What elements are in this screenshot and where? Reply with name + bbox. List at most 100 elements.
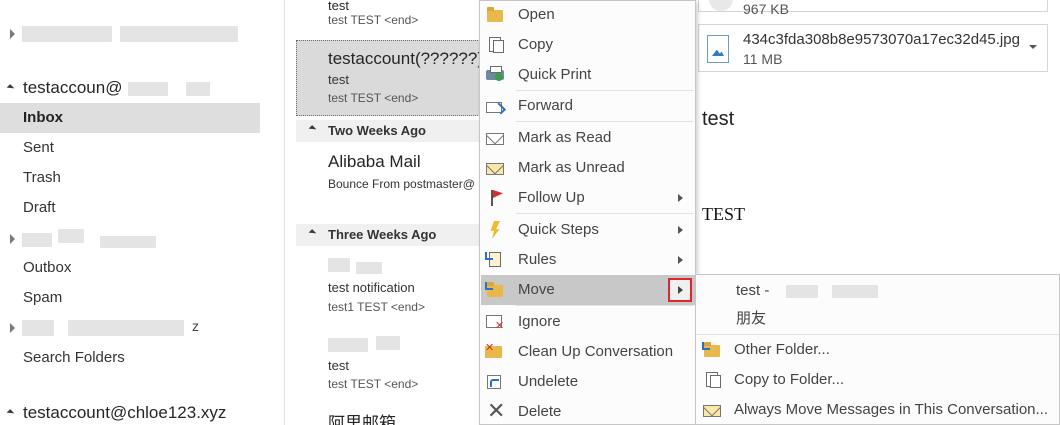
attachment-name: 434c3fda308b8e9573070a17ec32d45.jpg: [743, 31, 1020, 48]
menu-item-mark-unread[interactable]: Mark as Unread: [481, 153, 695, 183]
menu-item-copy[interactable]: Copy: [481, 30, 695, 60]
attachment-thumb: [709, 0, 733, 11]
submenu-item-label: Copy to Folder...: [734, 371, 845, 388]
folder-label: Spam: [23, 289, 63, 306]
menu-item-quick-print[interactable]: Quick Print: [481, 60, 695, 90]
message-subject: test: [328, 358, 349, 373]
redacted-folder-name: [22, 320, 54, 336]
menu-item-undelete[interactable]: Undelete: [481, 367, 695, 397]
group-header-two-weeks[interactable]: Two Weeks Ago: [296, 120, 486, 142]
message-item[interactable]: 阿里邮箱: [296, 404, 486, 425]
menu-item-label: Move: [518, 281, 555, 298]
message-item[interactable]: test test TEST <end>: [296, 0, 486, 38]
menu-item-follow-up[interactable]: Follow Up: [481, 183, 695, 213]
printer-icon: [485, 65, 505, 85]
group-label: Three Weeks Ago: [328, 227, 437, 242]
redacted-folder-name: [786, 285, 818, 298]
folder-pane: testaccoun@ Inbox Sent Trash Draft Outbo…: [0, 0, 285, 425]
menu-item-label: Delete: [518, 403, 562, 420]
menu-item-clean-up[interactable]: ✕ Clean Up Conversation: [481, 337, 695, 367]
redacted-folder-name: [58, 229, 84, 243]
expand-arrow-icon[interactable]: [10, 323, 15, 333]
account-header-2[interactable]: testaccount@chloe123.xyz: [0, 403, 260, 425]
message-preview: test TEST <end>: [328, 13, 419, 27]
folder-label: Sent: [23, 139, 54, 156]
redacted-sender: [328, 338, 368, 352]
folder-outbox[interactable]: Outbox: [0, 253, 260, 283]
delete-icon: ✕: [487, 398, 506, 423]
lightning-icon: [485, 220, 505, 240]
expand-arrow-icon[interactable]: [10, 234, 15, 244]
context-menu: Open Copy Quick Print Forward Mark as Re…: [479, 0, 696, 425]
submenu-item-recent-folder[interactable]: 朋友: [696, 304, 1059, 334]
folder-inbox[interactable]: Inbox: [0, 103, 260, 133]
message-sender: testaccount(??????): [328, 49, 483, 68]
menu-item-label: Mark as Read: [518, 129, 612, 146]
redacted-sender: [328, 258, 350, 272]
message-item-selected[interactable]: testaccount(??????) test test TEST <end>: [296, 40, 486, 116]
message-sender: 阿里邮箱: [328, 414, 396, 425]
account-name-1: testaccoun@: [23, 78, 123, 97]
folder-label: Trash: [23, 169, 61, 186]
submenu-item-other-folder[interactable]: Other Folder...: [696, 335, 1059, 365]
menu-item-open[interactable]: Open: [481, 0, 695, 30]
group-header-three-weeks[interactable]: Three Weeks Ago: [296, 224, 486, 246]
menu-item-ignore[interactable]: ✕ Ignore: [481, 307, 695, 337]
attachment-card[interactable]: 967 KB: [698, 0, 1048, 17]
attachment-card[interactable]: 434c3fda308b8e9573070a17ec32d45.jpg 11 M…: [698, 24, 1048, 72]
menu-item-label: Mark as Unread: [518, 159, 625, 176]
folder-sent[interactable]: Sent: [0, 133, 260, 163]
message-sender: test: [328, 0, 349, 13]
chevron-down-icon[interactable]: [1029, 45, 1037, 49]
redacted-folder-name: [832, 285, 878, 298]
redacted-folder-name: [100, 236, 156, 248]
menu-item-quick-steps[interactable]: Quick Steps: [481, 215, 695, 245]
message-preview: test TEST <end>: [328, 377, 419, 391]
submenu-arrow-icon[interactable]: [668, 278, 692, 302]
message-body-line: TEST: [702, 204, 745, 224]
copy-to-folder-icon: [702, 370, 722, 390]
folder-spam[interactable]: Spam: [0, 283, 260, 313]
folder-label: Draft: [23, 199, 56, 216]
submenu-item-label: test -: [736, 282, 770, 299]
menu-item-forward[interactable]: Forward: [481, 91, 695, 121]
submenu-item-label: 朋友: [736, 310, 767, 327]
copy-icon: [485, 35, 505, 55]
redacted-sender: [356, 262, 382, 274]
folder-search-folders[interactable]: Search Folders: [0, 343, 260, 373]
menu-item-rules[interactable]: Rules: [481, 245, 695, 275]
redacted-folder-name: [22, 233, 52, 247]
ignore-icon: ✕: [485, 312, 505, 332]
message-subject: Bounce From postmaster@: [328, 177, 475, 191]
folder-trash[interactable]: Trash: [0, 163, 260, 193]
message-item[interactable]: test notification test1 TEST <end>: [296, 250, 486, 324]
group-label: Two Weeks Ago: [328, 123, 426, 138]
submenu-item-always-move[interactable]: Always Move Messages in This Conversatio…: [696, 395, 1059, 425]
forward-icon: [485, 96, 505, 116]
submenu-item-recent-folder[interactable]: test -: [696, 276, 1059, 306]
move-submenu: test - 朋友 Other Folder... Copy to Folder…: [695, 274, 1060, 425]
menu-separator: [516, 305, 694, 306]
collapse-arrow-icon[interactable]: [6, 409, 15, 417]
message-item[interactable]: test test TEST <end>: [296, 328, 486, 402]
message-item[interactable]: Alibaba Mail Bounce From postmaster@: [296, 143, 486, 219]
submenu-arrow-icon: [678, 194, 683, 202]
move-folder-icon: [702, 340, 722, 360]
expand-arrow-icon[interactable]: [10, 29, 15, 39]
account-header-1[interactable]: testaccoun@: [0, 78, 260, 102]
menu-item-move[interactable]: Move: [481, 275, 695, 305]
menu-separator: [516, 213, 694, 214]
folder-draft[interactable]: Draft: [0, 193, 260, 223]
folder-open-icon: [485, 5, 505, 25]
menu-item-delete[interactable]: ✕ Delete: [481, 397, 695, 425]
menu-item-label: Ignore: [518, 313, 561, 330]
collapsed-folder-suffix: z: [192, 318, 199, 334]
menu-item-mark-read[interactable]: Mark as Read: [481, 123, 695, 153]
envelope-icon: [485, 158, 505, 178]
menu-item-label: Open: [518, 6, 555, 23]
menu-item-label: Undelete: [518, 373, 579, 390]
clean-up-icon: ✕: [485, 342, 505, 362]
submenu-item-copy-to-folder[interactable]: Copy to Folder...: [696, 365, 1059, 395]
collapse-arrow-icon[interactable]: [6, 84, 15, 92]
menu-item-label: Quick Steps: [518, 221, 599, 238]
